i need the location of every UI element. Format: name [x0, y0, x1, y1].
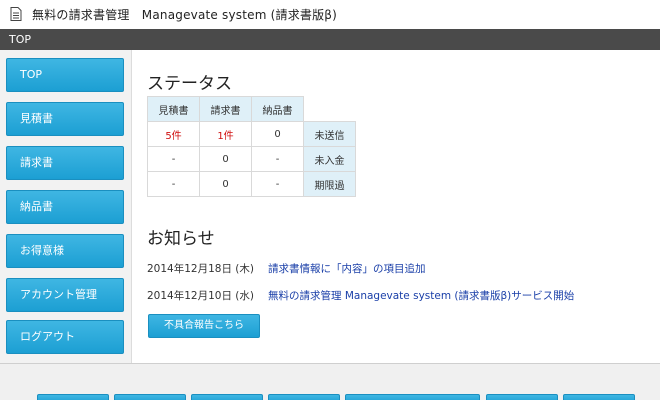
status-header-row: 見積書 請求書 納品書	[147, 96, 356, 122]
footer-button[interactable]	[268, 394, 340, 400]
blank-cell	[304, 97, 356, 122]
status-table: 見積書 請求書 納品書 5件 1件 0 未送信 - 0 - 未入金 - 0 - …	[147, 96, 356, 197]
table-row: - 0 - 期限過	[147, 171, 356, 197]
footer-button[interactable]	[486, 394, 558, 400]
cell-invoices-overdue: 0	[199, 171, 252, 197]
cell-deliveries-unsent: 0	[251, 121, 304, 147]
sidebar-item-logout[interactable]: ログアウト	[6, 320, 124, 354]
column-header-estimates: 見積書	[147, 96, 200, 122]
news-date: 2014年12月18日 (木)	[147, 263, 254, 275]
news-link[interactable]: 無料の請求管理 Managevate system (請求書版β)サービス開始	[268, 290, 574, 302]
app-header: 無料の請求書管理 Managevate system (請求書版β)	[0, 0, 660, 28]
footer-button[interactable]	[37, 394, 109, 400]
row-label-unpaid: 未入金	[303, 146, 356, 172]
status-title: ステータス	[147, 74, 232, 94]
sidebar-item-account[interactable]: アカウント管理	[6, 278, 124, 312]
sidebar-item-invoices[interactable]: 請求書	[6, 146, 124, 180]
sidebar-item-estimates[interactable]: 見積書	[6, 102, 124, 136]
cell-deliveries-unpaid: -	[251, 146, 304, 172]
cell-estimates-unpaid: -	[147, 146, 200, 172]
table-row: - 0 - 未入金	[147, 146, 356, 172]
news-item: 2014年12月18日 (木) 請求書情報に「内容」の項目追加	[147, 261, 425, 276]
column-header-invoices: 請求書	[199, 96, 252, 122]
sidebar: TOP 見積書 請求書 納品書 お得意様 アカウント管理 ログアウト	[0, 50, 132, 363]
main-content: ステータス 見積書 請求書 納品書 5件 1件 0 未送信 - 0 - 未入金 …	[133, 50, 660, 363]
column-header-deliveries: 納品書	[251, 96, 304, 122]
sidebar-item-deliveries[interactable]: 納品書	[6, 190, 124, 224]
cell-invoices-unsent[interactable]: 1件	[199, 121, 252, 147]
footer-button[interactable]	[345, 394, 480, 400]
news-date: 2014年12月10日 (水)	[147, 290, 254, 302]
row-label-unsent: 未送信	[303, 121, 356, 147]
row-label-overdue: 期限過	[303, 171, 356, 197]
table-row: 5件 1件 0 未送信	[147, 121, 356, 147]
news-title: お知らせ	[147, 229, 215, 249]
news-item: 2014年12月10日 (水) 無料の請求管理 Managevate system…	[147, 288, 574, 303]
sidebar-item-top[interactable]: TOP	[6, 58, 124, 92]
app-title: 無料の請求書管理 Managevate system (請求書版β)	[32, 7, 338, 22]
sidebar-item-customers[interactable]: お得意様	[6, 234, 124, 268]
footer-button[interactable]	[114, 394, 186, 400]
footer-button[interactable]	[191, 394, 263, 400]
cell-deliveries-overdue: -	[251, 171, 304, 197]
bug-report-button[interactable]: 不具合報告こちら	[148, 314, 260, 338]
cell-estimates-overdue: -	[147, 171, 200, 197]
news-link[interactable]: 請求書情報に「内容」の項目追加	[268, 263, 426, 275]
cell-estimates-unsent[interactable]: 5件	[147, 121, 200, 147]
footer-button[interactable]	[563, 394, 635, 400]
breadcrumb: TOP	[0, 29, 660, 50]
cell-invoices-unpaid: 0	[199, 146, 252, 172]
document-icon	[10, 7, 22, 21]
footer	[0, 363, 660, 400]
